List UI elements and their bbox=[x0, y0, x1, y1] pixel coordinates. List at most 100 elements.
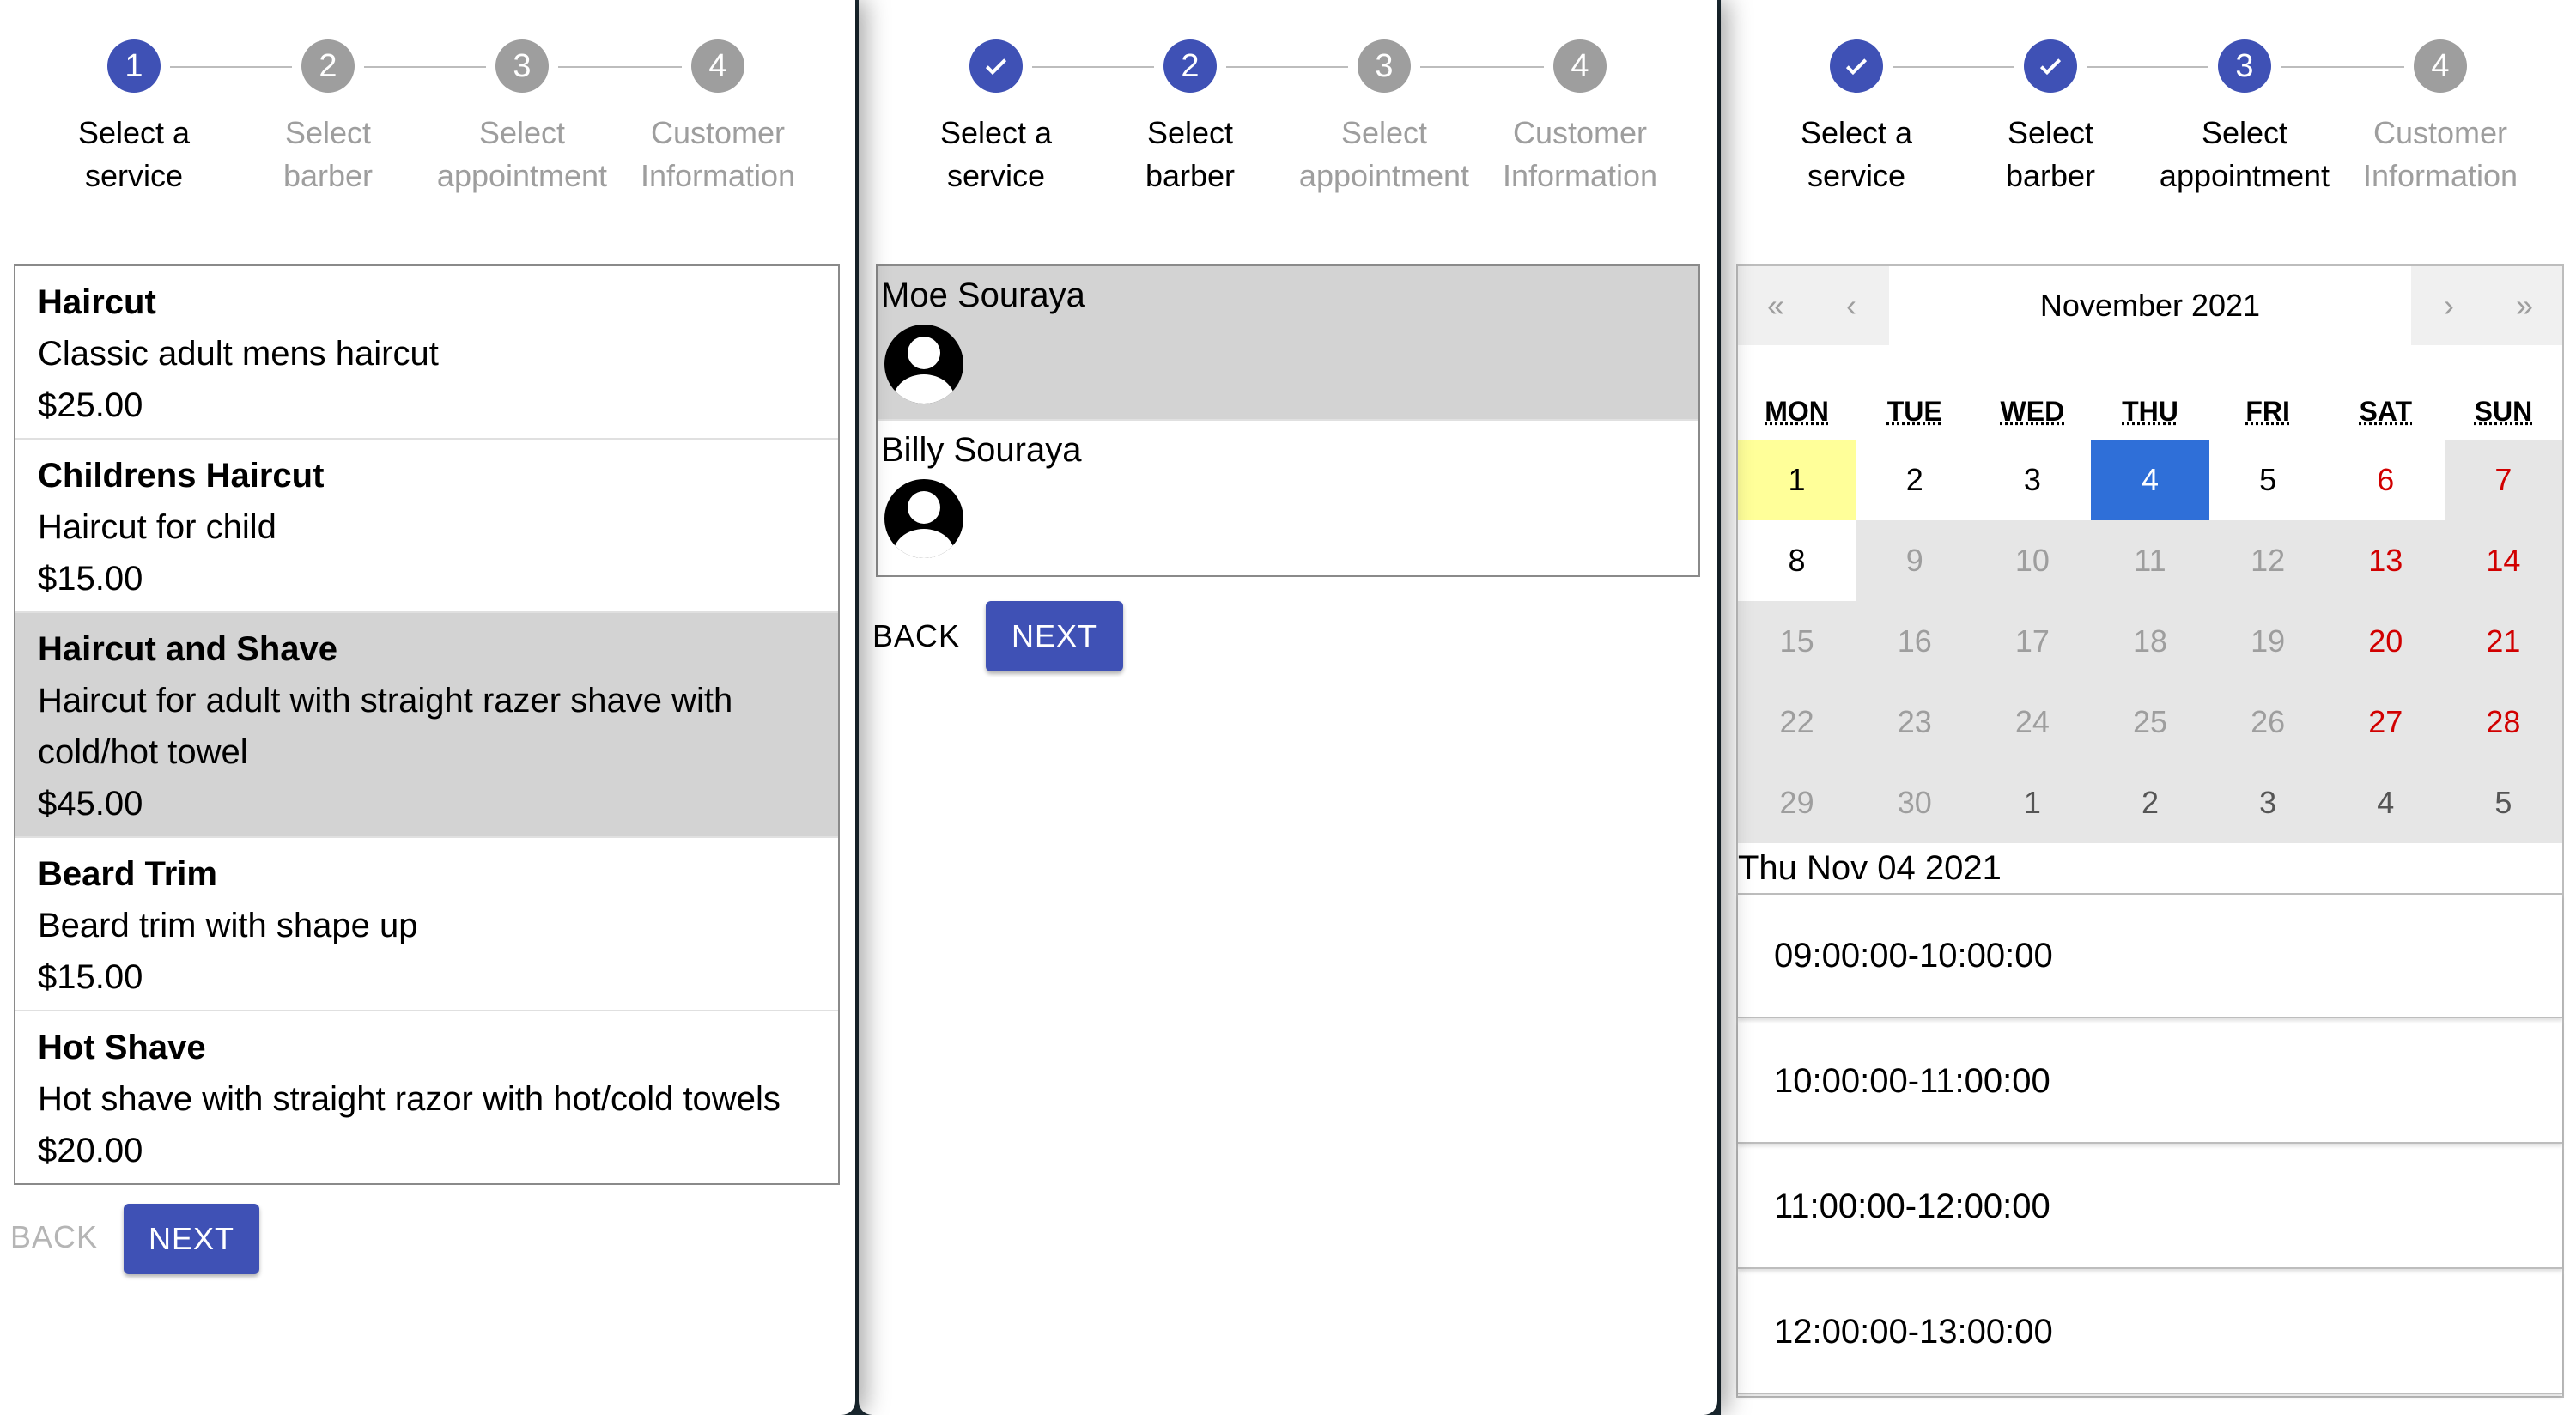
prev-month-button[interactable]: ‹ bbox=[1814, 266, 1889, 345]
service-name: Childrens Haircut bbox=[38, 457, 325, 495]
calendar-day[interactable]: 26 bbox=[2208, 682, 2327, 762]
step-label: Select a service bbox=[77, 115, 191, 193]
calendar-day[interactable]: 27 bbox=[2326, 682, 2445, 762]
service-price: $45.00 bbox=[38, 785, 143, 823]
next-button[interactable]: NEXT bbox=[124, 1204, 259, 1274]
checkmark-icon bbox=[969, 39, 1023, 93]
next-button[interactable]: NEXT bbox=[986, 601, 1123, 671]
calendar-day[interactable]: 9 bbox=[1856, 520, 1974, 601]
service-item[interactable]: Haircut and Shave Haircut for adult with … bbox=[15, 613, 838, 838]
calendar-day[interactable]: 19 bbox=[2208, 601, 2327, 682]
step-1[interactable]: Select a service bbox=[1753, 39, 1959, 197]
step-2[interactable]: 2 Select barber bbox=[225, 39, 431, 197]
calendar-day[interactable]: 4 bbox=[2326, 762, 2445, 843]
step-2[interactable]: Select barber bbox=[1947, 39, 2154, 197]
avatar-icon bbox=[884, 479, 963, 558]
weekday-label: MON bbox=[1765, 396, 1829, 427]
step-number: 4 bbox=[1553, 39, 1607, 93]
calendar-day[interactable]: 22 bbox=[1738, 682, 1856, 762]
barber-item[interactable]: Billy Souraya bbox=[878, 421, 1698, 575]
calendar-day[interactable]: 1 bbox=[1973, 762, 2092, 843]
barber-panel: Select a service 2 Select barber 3 Select appoi… bbox=[859, 0, 1717, 1415]
calendar-day[interactable]: 14 bbox=[2444, 520, 2562, 601]
calendar-day[interactable]: 6 bbox=[2326, 440, 2445, 520]
calendar-day[interactable]: 28 bbox=[2444, 682, 2562, 762]
day-grid: 1 2 3 4 5 6 7 8 9 10 11 12 13 14 15 16 17 18 19 20 21 22 23 24 2… bbox=[1738, 440, 2562, 843]
step-label: Select a service bbox=[1800, 115, 1913, 193]
calendar-day[interactable]: 1 bbox=[1738, 440, 1856, 520]
step-label: Customer Information bbox=[2362, 115, 2518, 193]
checkmark-icon bbox=[2024, 39, 2077, 93]
step-2[interactable]: 2 Select barber bbox=[1087, 39, 1293, 197]
service-item[interactable]: Beard Trim Beard trim with shape up $15.00 bbox=[15, 838, 838, 1011]
service-item[interactable]: Childrens Haircut Haircut for child $15.00 bbox=[15, 440, 838, 613]
calendar-day[interactable]: 21 bbox=[2444, 601, 2562, 682]
calendar-day[interactable]: 12 bbox=[2208, 520, 2327, 601]
time-slot[interactable]: 12:00:00-13:00:00 bbox=[1738, 1271, 2562, 1394]
calendar-day[interactable]: 15 bbox=[1738, 601, 1856, 682]
barber-item[interactable]: Moe Souraya bbox=[878, 266, 1698, 421]
step-label: Select a service bbox=[939, 115, 1053, 193]
calendar-month-label[interactable]: November 2021 bbox=[1889, 266, 2411, 345]
calendar-day[interactable]: 8 bbox=[1738, 520, 1856, 601]
calendar-day[interactable]: 20 bbox=[2326, 601, 2445, 682]
calendar-day[interactable]: 11 bbox=[2091, 520, 2209, 601]
service-name: Haircut bbox=[38, 283, 156, 321]
selected-date: Thu Nov 04 2021 bbox=[1738, 843, 2562, 895]
time-slot[interactable]: 09:00:00-10:00:00 bbox=[1738, 895, 2562, 1018]
calendar-day[interactable]: 3 bbox=[1973, 440, 2092, 520]
step-number: 3 bbox=[2218, 39, 2271, 93]
step-label: Select barber bbox=[1145, 115, 1236, 193]
step-4[interactable]: 4 Customer Information bbox=[2337, 39, 2543, 197]
step-label: Select appointment bbox=[436, 115, 608, 193]
calendar-day[interactable]: 17 bbox=[1973, 601, 2092, 682]
service-panel: 1 Select a service 2 Select barber 3 Select appo… bbox=[0, 0, 855, 1415]
back-button[interactable]: BACK bbox=[872, 618, 960, 654]
stepper: Select a service Select barber 3 Select appoin… bbox=[1721, 0, 2576, 223]
last-month-button[interactable]: » bbox=[2487, 266, 2562, 345]
step-3[interactable]: 3 Select appointment bbox=[2142, 39, 2348, 197]
first-month-button[interactable]: « bbox=[1738, 266, 1814, 345]
calendar-day[interactable]: 4 bbox=[2091, 440, 2209, 520]
time-slot-list: 09:00:00-10:00:00 10:00:00-11:00:00 11:00:… bbox=[1738, 895, 2562, 1394]
step-label: Select barber bbox=[283, 115, 374, 193]
calendar-day[interactable]: 23 bbox=[1856, 682, 1974, 762]
step-label: Customer Information bbox=[1502, 115, 1658, 193]
calendar-day[interactable]: 7 bbox=[2444, 440, 2562, 520]
next-month-button[interactable]: › bbox=[2411, 266, 2487, 345]
time-slot[interactable]: 10:00:00-11:00:00 bbox=[1738, 1020, 2562, 1144]
calendar-day[interactable]: 16 bbox=[1856, 601, 1974, 682]
stepper: 1 Select a service 2 Select barber 3 Select appo… bbox=[0, 0, 855, 223]
step-4[interactable]: 4 Customer Information bbox=[615, 39, 821, 197]
weekday-label: WED bbox=[2000, 396, 2065, 427]
calendar-day[interactable]: 13 bbox=[2326, 520, 2445, 601]
barber-name: Moe Souraya bbox=[881, 276, 1085, 314]
step-1[interactable]: 1 Select a service bbox=[31, 39, 237, 197]
calendar-day[interactable]: 2 bbox=[2091, 762, 2209, 843]
calendar-day[interactable]: 30 bbox=[1856, 762, 1974, 843]
service-price: $15.00 bbox=[38, 560, 143, 598]
calendar-day[interactable]: 24 bbox=[1973, 682, 2092, 762]
service-item[interactable]: Haircut Classic adult mens haircut $25.00 bbox=[15, 266, 838, 440]
step-4[interactable]: 4 Customer Information bbox=[1477, 39, 1683, 197]
calendar-day[interactable]: 5 bbox=[2208, 440, 2327, 520]
step-3[interactable]: 3 Select appointment bbox=[1281, 39, 1487, 197]
step-1[interactable]: Select a service bbox=[893, 39, 1099, 197]
step-label: Select barber bbox=[2005, 115, 2096, 193]
calendar-day[interactable]: 10 bbox=[1973, 520, 2092, 601]
calendar-day[interactable]: 29 bbox=[1738, 762, 1856, 843]
calendar-day[interactable]: 2 bbox=[1856, 440, 1974, 520]
step-number: 4 bbox=[691, 39, 744, 93]
step-label: Select appointment bbox=[2159, 115, 2330, 193]
weekday-header: MON TUE WED THU FRI SAT SUN bbox=[1738, 345, 2562, 440]
service-item[interactable]: Hot Shave Hot shave with straight razor w… bbox=[15, 1011, 838, 1183]
service-description: Hot shave with straight razor with hot/c… bbox=[38, 1080, 781, 1118]
calendar-day[interactable]: 3 bbox=[2208, 762, 2327, 843]
back-button[interactable]: BACK bbox=[10, 1219, 98, 1255]
weekday-label: FRI bbox=[2245, 396, 2290, 427]
calendar-day[interactable]: 18 bbox=[2091, 601, 2209, 682]
calendar-day[interactable]: 5 bbox=[2444, 762, 2562, 843]
step-3[interactable]: 3 Select appointment bbox=[419, 39, 625, 197]
time-slot[interactable]: 11:00:00-12:00:00 bbox=[1738, 1145, 2562, 1269]
calendar-day[interactable]: 25 bbox=[2091, 682, 2209, 762]
